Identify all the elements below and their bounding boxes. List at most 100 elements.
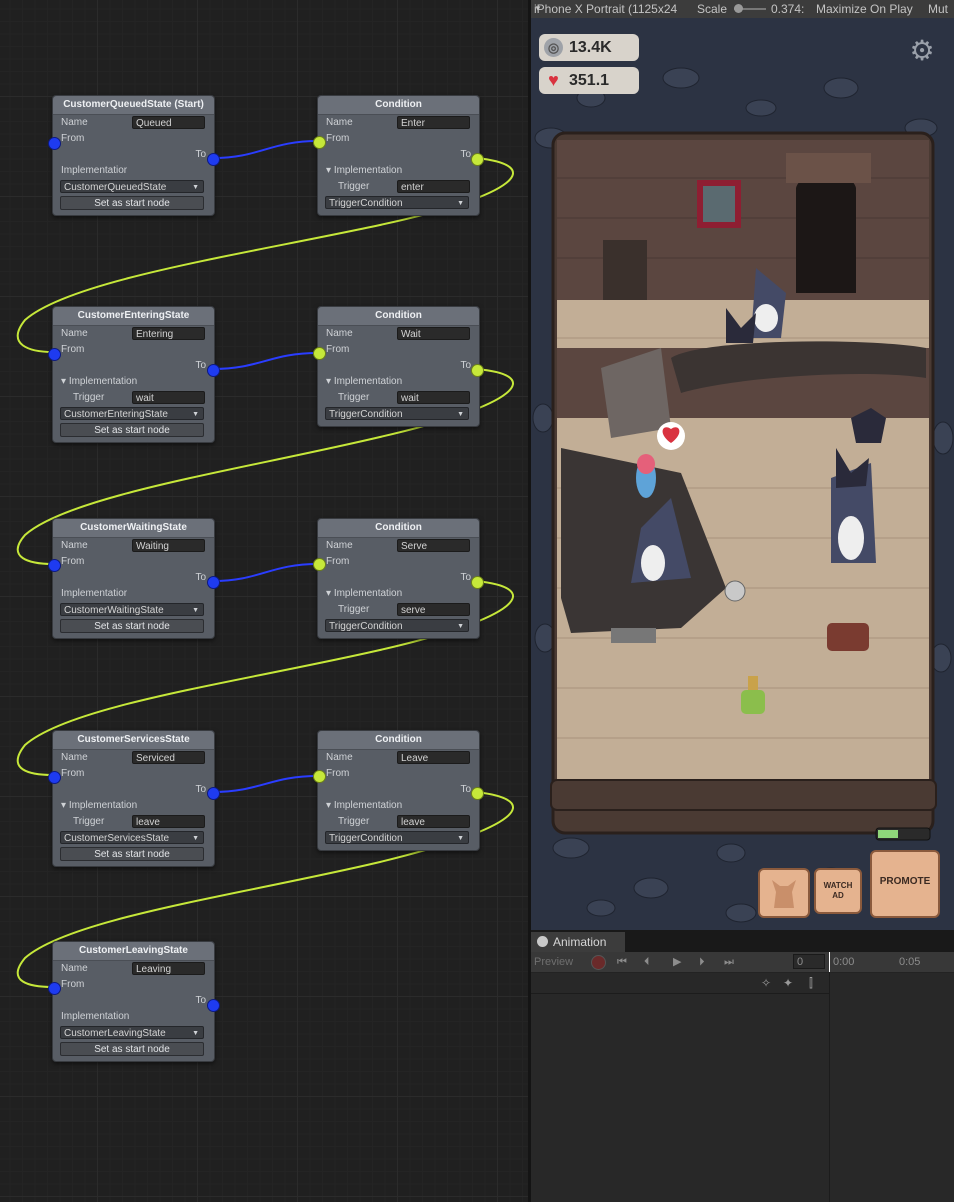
from-port[interactable] <box>313 136 326 149</box>
implementation-label: Implementation <box>61 1011 130 1022</box>
from-port[interactable] <box>48 771 61 784</box>
to-port[interactable] <box>471 364 484 377</box>
implementation-dropdown[interactable]: CustomerWaitingState ▼ <box>60 603 204 616</box>
record-button-icon[interactable] <box>591 955 606 970</box>
from-port[interactable] <box>313 347 326 360</box>
play-icon[interactable]: ▶ <box>673 953 681 971</box>
to-port[interactable] <box>207 364 220 377</box>
watch-ad-button[interactable]: Watch Ad <box>814 868 862 914</box>
last-keyframe-icon[interactable]: ⏭ <box>724 953 734 971</box>
timeline-playhead[interactable] <box>829 952 830 972</box>
trigger-field[interactable]: enter <box>397 180 470 193</box>
foldout-icon[interactable]: ▾ <box>326 165 334 176</box>
to-port[interactable] <box>471 787 484 800</box>
to-port[interactable] <box>207 787 220 800</box>
set-start-node-button[interactable]: Set as start node <box>60 196 204 210</box>
from-port[interactable] <box>48 982 61 995</box>
foldout-icon[interactable]: ▾ <box>326 800 334 811</box>
name-field[interactable]: Serviced <box>132 751 205 764</box>
condition-type-dropdown[interactable]: TriggerCondition ▼ <box>325 619 469 632</box>
implementation-dropdown[interactable]: CustomerServicesState ▼ <box>60 831 204 844</box>
node-title: Condition <box>318 519 479 538</box>
condition-type-dropdown[interactable]: TriggerCondition ▼ <box>325 196 469 209</box>
condition-type-dropdown[interactable]: TriggerCondition ▼ <box>325 831 469 844</box>
condition-node-enter[interactable]: Condition Name Enter From To ▾ Implementa… <box>317 95 480 216</box>
name-field[interactable]: Wait <box>397 327 470 340</box>
watch-ad-label: Watch <box>823 881 853 890</box>
dropdown-arrow-icon: ▼ <box>192 607 199 614</box>
trigger-field[interactable]: leave <box>397 815 470 828</box>
condition-node-wait[interactable]: Condition Name Wait From To ▾ Implementat… <box>317 306 480 427</box>
previous-keyframe-icon[interactable]: ⏴ <box>644 953 650 971</box>
scale-slider-handle[interactable] <box>734 4 743 13</box>
to-port[interactable] <box>207 576 220 589</box>
implementation-dropdown[interactable]: CustomerQueuedState ▼ <box>60 180 204 193</box>
condition-type-dropdown[interactable]: TriggerCondition ▼ <box>325 407 469 420</box>
name-label: Name <box>326 540 353 551</box>
foldout-icon[interactable]: ▾ <box>326 588 334 599</box>
from-label: From <box>61 344 85 355</box>
gear-icon[interactable]: ⚙ <box>909 37 935 65</box>
maximize-on-play-toggle[interactable]: Maximize On Play <box>816 0 913 18</box>
from-port[interactable] <box>313 558 326 571</box>
foldout-icon[interactable]: ▾ <box>61 800 69 811</box>
from-port[interactable] <box>48 137 61 150</box>
add-property-icon[interactable]: ⫿ <box>809 976 813 991</box>
foldout-icon[interactable]: ▾ <box>326 376 334 387</box>
condition-type-value: TriggerCondition <box>329 621 403 632</box>
name-field[interactable]: Entering <box>132 327 205 340</box>
implementation-label: Implementatior <box>61 588 128 599</box>
state-node-entering[interactable]: CustomerEnteringState Name Entering From … <box>52 306 215 443</box>
name-field[interactable]: Serve <box>397 539 470 552</box>
next-keyframe-icon[interactable]: ⏵ <box>699 953 705 971</box>
game-canvas[interactable]: ◎ 13.4K ♥ 351.1 ⚙ Watch Ad Promote <box>531 18 954 930</box>
condition-node-serve[interactable]: Condition Name Serve From To ▾ Implementa… <box>317 518 480 639</box>
character-button[interactable] <box>758 868 810 918</box>
to-port[interactable] <box>207 999 220 1012</box>
add-event-icon[interactable]: ✦ <box>783 976 793 990</box>
set-start-node-button[interactable]: Set as start node <box>60 1042 204 1056</box>
first-keyframe-icon[interactable]: ⏮ <box>617 953 627 971</box>
frame-field[interactable]: 0 <box>793 954 825 969</box>
foldout-icon[interactable]: ▾ <box>61 376 69 387</box>
state-node-waiting[interactable]: CustomerWaitingState Name Waiting From To… <box>52 518 215 639</box>
name-field[interactable]: Leaving <box>132 962 205 975</box>
state-node-queued[interactable]: CustomerQueuedState (Start) Name Queued F… <box>52 95 215 216</box>
to-port[interactable] <box>471 576 484 589</box>
animation-panel[interactable]: Animation Preview ⏮ ⏴ ▶ ⏵ ⏭ 0 0:00 0:05 … <box>531 930 954 1202</box>
set-start-node-button[interactable]: Set as start node <box>60 423 204 437</box>
to-label: To <box>195 995 206 1006</box>
promote-button[interactable]: Promote <box>870 850 940 918</box>
state-node-leaving[interactable]: CustomerLeavingState Name Leaving From To… <box>52 941 215 1062</box>
from-port[interactable] <box>48 559 61 572</box>
preview-toggle[interactable]: Preview <box>534 953 573 971</box>
coins-counter: ◎ 13.4K <box>539 34 639 61</box>
trigger-field[interactable]: wait <box>397 391 470 404</box>
mute-audio-toggle[interactable]: Mut <box>928 0 948 18</box>
condition-type-value: TriggerCondition <box>329 198 403 209</box>
condition-node-leave[interactable]: Condition Name Leave From To ▾ Implementa… <box>317 730 480 851</box>
add-keyframe-icon[interactable]: ✧ <box>761 976 771 990</box>
trigger-field[interactable]: leave <box>132 815 205 828</box>
state-node-serviced[interactable]: CustomerServicesState Name Serviced From … <box>52 730 215 867</box>
set-start-node-button[interactable]: Set as start node <box>60 619 204 633</box>
trigger-field[interactable]: wait <box>132 391 205 404</box>
to-label: To <box>195 149 206 160</box>
to-port[interactable] <box>207 153 220 166</box>
trigger-label: Trigger <box>338 181 370 192</box>
name-field[interactable]: Leave <box>397 751 470 764</box>
implementation-dropdown[interactable]: CustomerLeavingState ▼ <box>60 1026 204 1039</box>
from-port[interactable] <box>313 770 326 783</box>
implementation-dropdown[interactable]: CustomerEnteringState ▼ <box>60 407 204 420</box>
state-graph-editor[interactable]: CustomerQueuedState (Start) Name Queued F… <box>0 0 528 1202</box>
timeline-divider <box>829 952 830 1202</box>
tab-animation[interactable]: Animation <box>531 932 625 952</box>
from-port[interactable] <box>48 348 61 361</box>
name-field[interactable]: Waiting <box>132 539 205 552</box>
name-field[interactable]: Enter <box>397 116 470 129</box>
set-start-node-button[interactable]: Set as start node <box>60 847 204 861</box>
name-field[interactable]: Queued <box>132 116 205 129</box>
trigger-field[interactable]: serve <box>397 603 470 616</box>
game-view[interactable]: iPhone X Portrait (1125x24 ▼ Scale 0.374… <box>531 0 954 930</box>
to-port[interactable] <box>471 153 484 166</box>
